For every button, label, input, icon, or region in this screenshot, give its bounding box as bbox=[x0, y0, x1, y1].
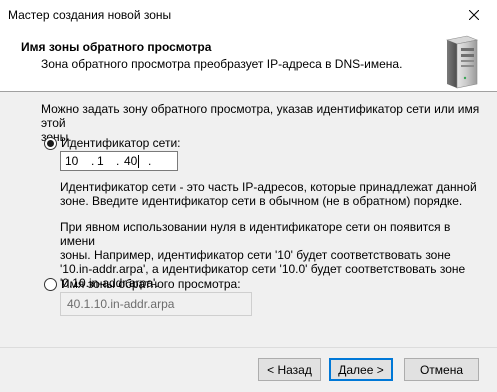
zone-name-value: 40.1.10.in-addr.arpa bbox=[67, 297, 175, 311]
window-title: Мастер создания новой зоны bbox=[8, 8, 172, 22]
intro-line: Можно задать зону обратного просмотра, у… bbox=[41, 102, 480, 130]
help-line: зоны. Например, идентификатор сети '10' … bbox=[60, 248, 451, 262]
network-id-label[interactable]: Идентификатор сети: bbox=[61, 136, 180, 150]
help-line: '10.in-addr.arpa', а идентификатор сети … bbox=[60, 262, 466, 276]
octet-3[interactable]: 40 bbox=[124, 154, 137, 168]
network-id-input[interactable]: 10 . 1 . 40 . bbox=[60, 151, 178, 171]
zone-name-input: 40.1.10.in-addr.arpa bbox=[60, 292, 252, 316]
footer-divider bbox=[0, 347, 497, 348]
network-id-help: Идентификатор сети - это часть IP-адресо… bbox=[60, 180, 480, 208]
octet-2[interactable]: 1 bbox=[97, 154, 104, 168]
octet-separator: . bbox=[116, 154, 120, 168]
next-button[interactable]: Далее > bbox=[329, 358, 393, 381]
title-bar: Мастер создания новой зоны bbox=[0, 0, 497, 30]
network-id-radio[interactable] bbox=[44, 137, 57, 150]
help-line: Идентификатор сети - это часть IP-адресо… bbox=[60, 180, 477, 194]
octet-separator: . bbox=[148, 154, 152, 168]
zone-name-label[interactable]: Имя зоны обратного просмотра: bbox=[61, 277, 241, 291]
zone-name-radio[interactable] bbox=[44, 278, 57, 291]
page-subtitle: Зона обратного просмотра преобразует IP-… bbox=[41, 57, 403, 71]
wizard-header: Имя зоны обратного просмотра Зона обратн… bbox=[0, 30, 497, 92]
octet-1[interactable]: 10 bbox=[65, 154, 78, 168]
octet-separator: . bbox=[91, 154, 95, 168]
help-line: При явном использовании нуля в идентифик… bbox=[60, 220, 451, 248]
back-button[interactable]: < Назад bbox=[258, 358, 321, 381]
new-zone-wizard-window: Мастер создания новой зоны Имя зоны обра… bbox=[0, 0, 497, 392]
cancel-button[interactable]: Отмена bbox=[404, 358, 479, 381]
server-icon bbox=[445, 35, 479, 89]
close-icon bbox=[469, 10, 479, 20]
help-line: зоне. Введите идентификатор сети в обычн… bbox=[60, 194, 463, 208]
text-caret bbox=[138, 155, 139, 168]
page-title: Имя зоны обратного просмотра bbox=[21, 40, 212, 54]
close-button[interactable] bbox=[451, 0, 497, 30]
